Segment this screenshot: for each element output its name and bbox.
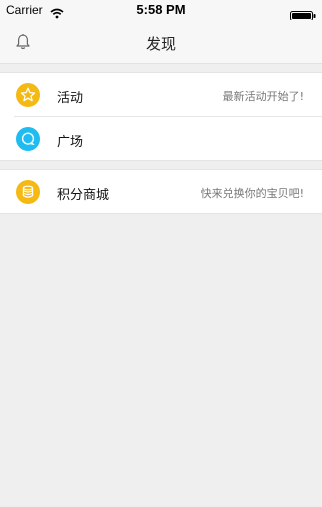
discover-group-2: 积分商城 快来兑换你的宝贝吧!	[0, 169, 322, 214]
status-bar: Carrier 5:58 PM	[0, 0, 322, 21]
list-item-activities[interactable]: 活动 最新活动开始了!	[0, 73, 322, 117]
list-item-square[interactable]: 广场	[0, 117, 322, 161]
list-item-label: 活动	[57, 91, 84, 106]
discover-group-1: 活动 最新活动开始了! 广场	[0, 72, 322, 161]
star-icon	[16, 83, 40, 107]
nav-bar: 发现	[0, 20, 322, 64]
list-item-label: 广场	[57, 135, 84, 150]
list-item-detail: 最新活动开始了!	[222, 90, 304, 103]
list-item-label: 积分商城	[57, 188, 110, 203]
page-title: 发现	[145, 35, 176, 53]
list-item-points-mall[interactable]: 积分商城 快来兑换你的宝贝吧!	[0, 170, 322, 214]
list-item-detail: 快来兑换你的宝贝吧!	[200, 187, 304, 200]
coins-icon	[16, 180, 40, 204]
chat-icon	[16, 127, 40, 151]
status-time: 5:58 PM	[136, 2, 186, 17]
